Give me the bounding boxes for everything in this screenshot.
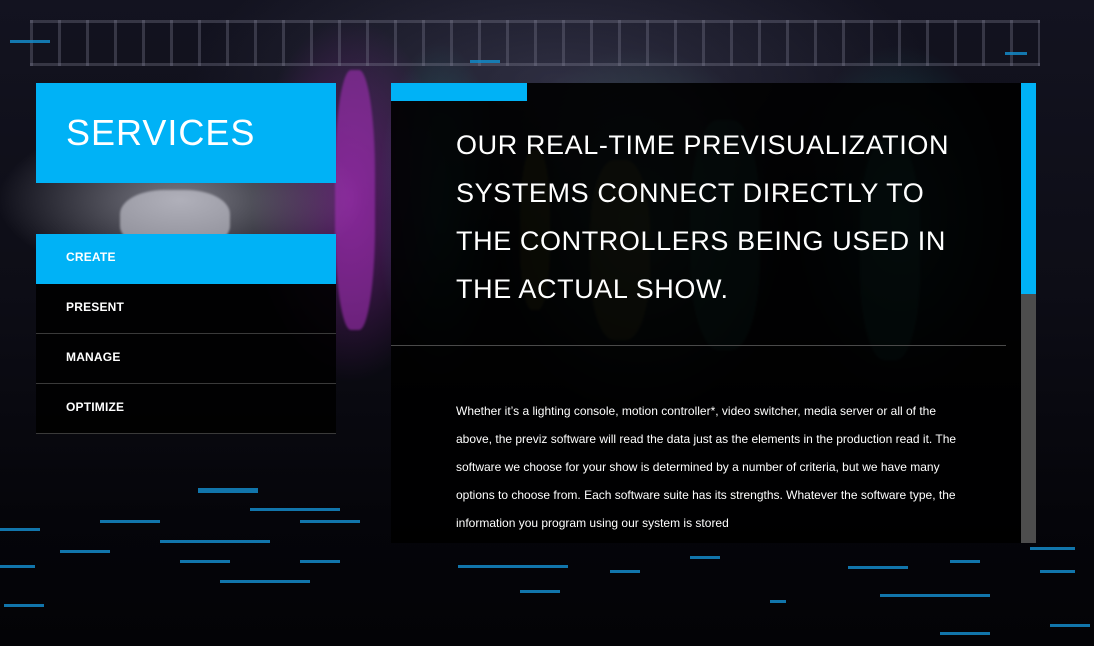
decor-dash [690, 556, 720, 559]
decor-dash [180, 560, 230, 563]
decor-dash [160, 540, 270, 543]
decor-dash [848, 566, 908, 569]
accent-bar [391, 83, 527, 101]
decor-dash [770, 600, 786, 603]
light-beam [335, 70, 375, 330]
decor-dash [0, 528, 40, 531]
decor-dash [610, 570, 640, 573]
decor-dash [100, 520, 160, 523]
decor-dash [520, 590, 560, 593]
decor-dash [0, 565, 35, 568]
decor-dash [880, 594, 990, 597]
decor-dash [470, 60, 500, 63]
content-divider [391, 345, 1006, 346]
decor-dash [950, 560, 980, 563]
content-headline: OUR REAL-TIME PREVISUALIZATION SYSTEMS C… [456, 130, 950, 304]
decor-dash [10, 40, 50, 43]
content-panel: OUR REAL-TIME PREVISUALIZATION SYSTEMS C… [391, 83, 1021, 543]
decor-dash [250, 508, 340, 511]
decor-dash [198, 488, 258, 493]
decor-dash [1040, 570, 1075, 573]
decor-dash [1030, 547, 1075, 550]
decor-dash [4, 604, 44, 607]
nav-item-optimize[interactable]: OPTIMIZE [36, 384, 336, 434]
services-nav: CREATE PRESENT MANAGE OPTIMIZE [36, 234, 336, 434]
decor-dash [1005, 52, 1027, 55]
decor-dash [300, 520, 360, 523]
services-title: SERVICES [36, 83, 336, 183]
decor-dash [458, 565, 568, 568]
nav-item-present[interactable]: PRESENT [36, 284, 336, 334]
content-body: Whether it’s a lighting console, motion … [456, 404, 957, 530]
decor-dash [60, 550, 110, 553]
decor-dash [940, 632, 990, 635]
content-scrollbar[interactable] [1021, 83, 1036, 543]
nav-item-manage[interactable]: MANAGE [36, 334, 336, 384]
decor-dash [300, 560, 340, 563]
decor-dash [220, 580, 310, 583]
decor-dash [1050, 624, 1090, 627]
lighting-truss [30, 20, 1040, 66]
nav-item-create[interactable]: CREATE [36, 234, 336, 284]
scrollbar-thumb[interactable] [1021, 83, 1036, 294]
